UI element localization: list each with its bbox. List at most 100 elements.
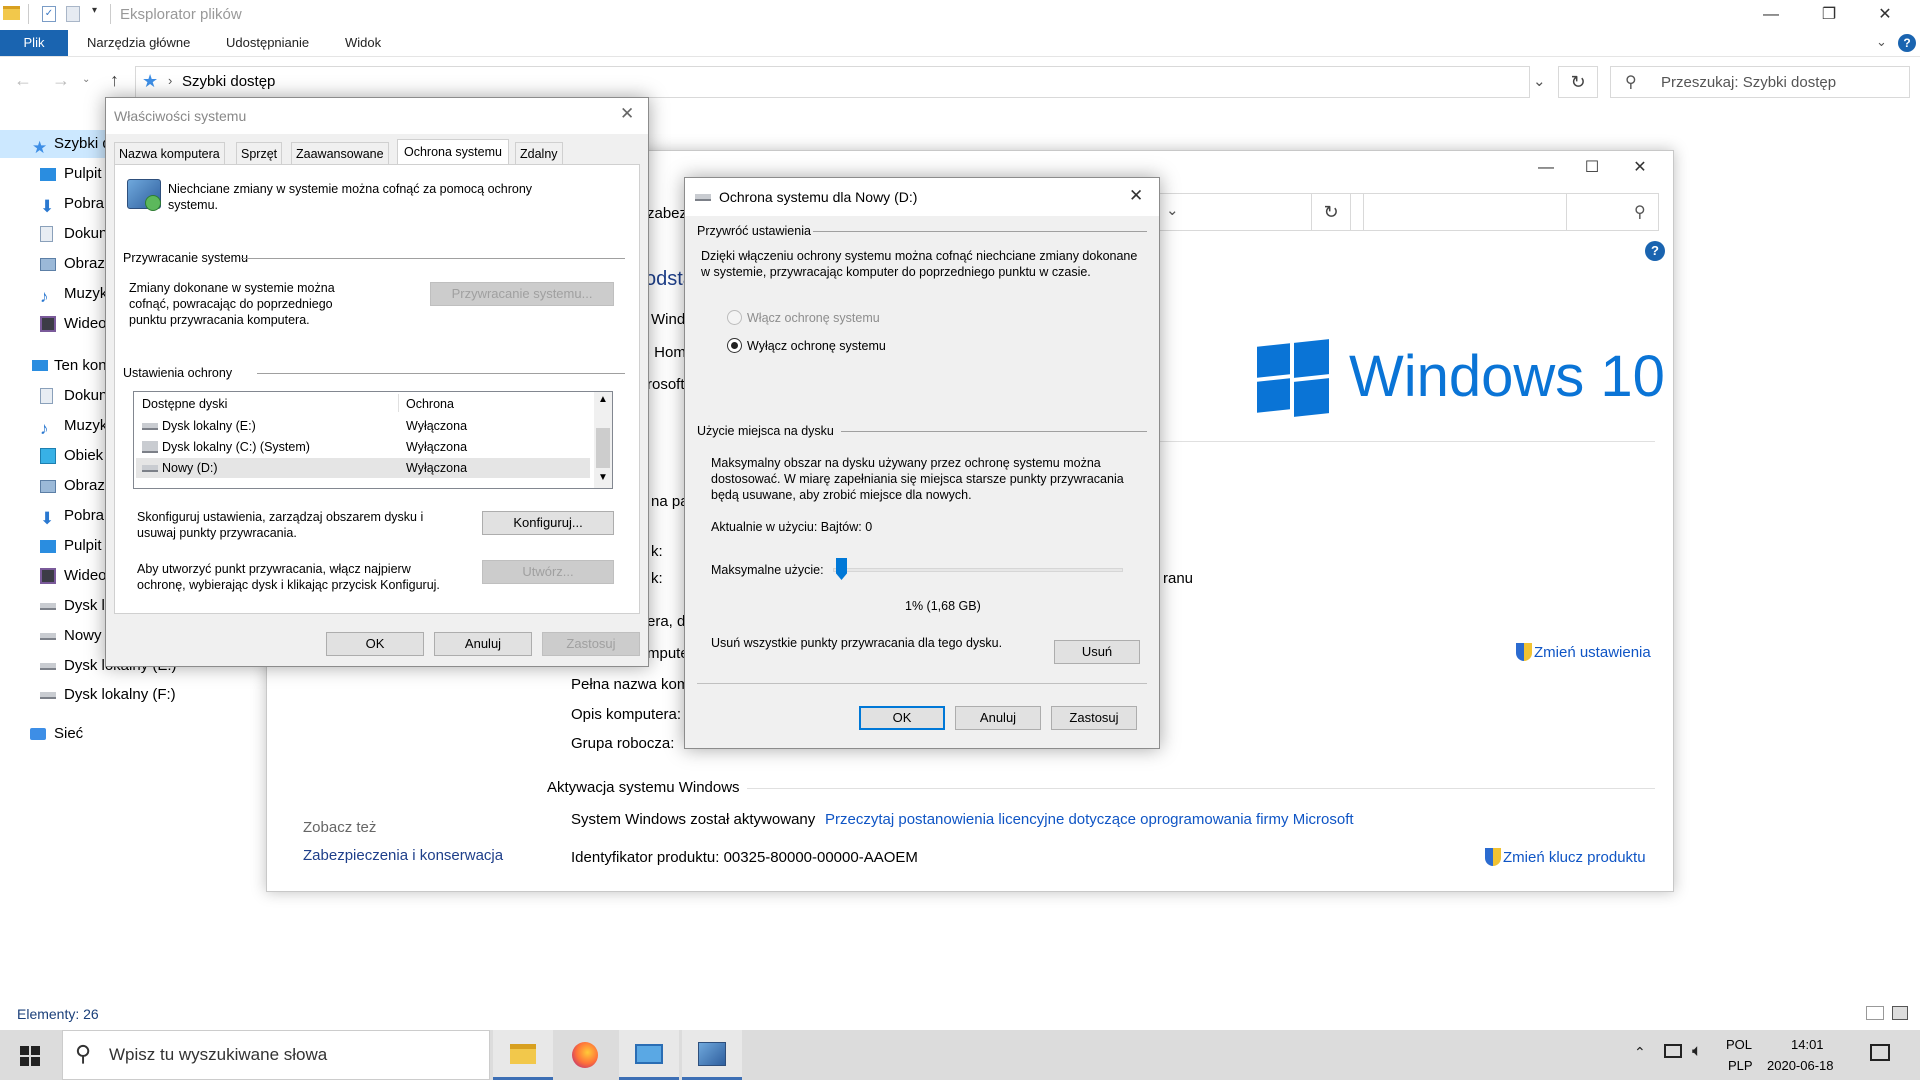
nav-item-music[interactable]: ♪ Muzyk	[0, 280, 110, 308]
properties-icon[interactable]: ✓	[42, 6, 56, 22]
clock-date[interactable]: 2020-06-18	[1767, 1058, 1834, 1073]
up-arrow-icon[interactable]: ↑	[110, 70, 119, 91]
address-input[interactable]: ★ › Szybki dostęp ⌄	[135, 66, 1546, 98]
forward-arrow-icon[interactable]: →	[52, 70, 70, 91]
cp-minimize-button[interactable]: —	[1523, 153, 1569, 183]
back-arrow-icon[interactable]: ←	[14, 70, 32, 91]
large-icons-view-icon[interactable]	[1892, 1006, 1908, 1020]
nav-item-documents[interactable]: Dokun	[0, 220, 110, 248]
ok-button[interactable]: OK	[859, 706, 945, 730]
details-view-icon[interactable]	[1866, 1006, 1884, 1020]
ribbon-tab-view[interactable]: Widok	[345, 30, 381, 56]
nav-item-pictures[interactable]: Obraz	[0, 250, 110, 278]
cancel-button[interactable]: Anuluj	[955, 706, 1041, 730]
nav-item-documents-pc[interactable]: Dokun	[0, 382, 110, 410]
nav-item-music-pc[interactable]: ♪ Muzyk	[0, 412, 110, 440]
nav-item-desktop-pc[interactable]: Pulpit	[0, 532, 110, 560]
nav-item-quick-access[interactable]: ★ Szybki d	[0, 130, 110, 158]
cancel-button[interactable]: Anuluj	[434, 632, 532, 656]
ok-button[interactable]: OK	[326, 632, 424, 656]
system-restore-button[interactable]: Przywracanie systemu...	[430, 282, 614, 306]
volume-icon[interactable]: 🔈︎	[1692, 1041, 1702, 1061]
ribbon-tab-file[interactable]: Plik	[0, 30, 68, 56]
tab-remote[interactable]: Zdalny	[515, 142, 563, 164]
nav-item-network[interactable]: Sieć	[0, 720, 200, 748]
search-input[interactable]: ⚲ Przeszukaj: Szybki dostęp	[1610, 66, 1910, 98]
cp-address-dropdown-icon[interactable]: ⌄	[1166, 201, 1179, 219]
cp-maximize-button[interactable]: ☐	[1569, 153, 1615, 183]
table-row[interactable]: Dysk lokalny (C:) (System) Wyłączona	[136, 437, 590, 457]
start-button[interactable]	[0, 1030, 60, 1080]
dialog-close-icon[interactable]: ✕	[620, 104, 634, 124]
drives-list[interactable]: Dostępne dyski Ochrona Dysk lokalny (E:)…	[133, 391, 613, 489]
security-maintenance-link[interactable]: Zabezpieczenia i konserwacja	[303, 847, 503, 864]
change-product-key-link[interactable]: Zmień klucz produktu	[1503, 849, 1646, 866]
column-header-drives[interactable]: Dostępne dyski	[142, 396, 227, 412]
table-row[interactable]: Dysk lokalny (E:) Wyłączona	[136, 416, 590, 436]
action-center-icon[interactable]	[1870, 1044, 1890, 1061]
input-language-top[interactable]: POL	[1726, 1037, 1752, 1052]
clock-time[interactable]: 14:01	[1791, 1037, 1824, 1052]
table-row-selected[interactable]: Nowy (D:) Wyłączona	[136, 458, 590, 478]
scroll-up-icon[interactable]: ▲	[598, 394, 608, 405]
nav-item-3d-objects[interactable]: Obiek	[0, 442, 110, 470]
radio-button-unchecked[interactable]	[727, 310, 742, 325]
show-hidden-icons-icon[interactable]: ⌃	[1634, 1044, 1646, 1061]
ribbon-tab-home[interactable]: Narzędzia główne	[87, 30, 190, 56]
new-folder-icon[interactable]	[66, 6, 80, 22]
ribbon-expand-icon[interactable]: ⌄	[1876, 34, 1887, 50]
configure-button[interactable]: Konfiguruj...	[482, 511, 614, 535]
radio-disable-protection[interactable]: Wyłącz ochronę systemu	[727, 336, 1027, 356]
nav-item-this-pc[interactable]: Ten kon	[0, 352, 110, 380]
taskbar-firefox[interactable]	[556, 1030, 616, 1080]
refresh-button[interactable]: ↻	[1558, 66, 1598, 98]
license-terms-link[interactable]: Przeczytaj postanowienia licencyjne doty…	[825, 811, 1354, 828]
create-button[interactable]: Utwórz...	[482, 560, 614, 584]
network-status-icon[interactable]	[1664, 1044, 1682, 1058]
column-header-protection[interactable]: Ochrona	[406, 396, 454, 412]
tab-system-protection[interactable]: Ochrona systemu	[397, 139, 509, 164]
nav-item-drive-f[interactable]: Dysk lokalny (F:)	[0, 681, 200, 709]
recent-locations-icon[interactable]: ⌄	[82, 74, 90, 85]
breadcrumb-quick-access[interactable]: Szybki dostęp	[182, 73, 275, 90]
radio-enable-protection[interactable]: Włącz ochronę systemu	[727, 308, 1027, 328]
tab-hardware[interactable]: Sprzęt	[236, 142, 283, 164]
nav-item-pictures-pc[interactable]: Obraz	[0, 472, 110, 500]
close-button[interactable]: ✕	[1862, 0, 1908, 30]
nav-item-downloads[interactable]: ⬇ Pobran	[0, 190, 110, 218]
dialog-close-icon[interactable]: ✕	[1129, 186, 1143, 206]
cp-refresh-button[interactable]: ↻	[1311, 193, 1351, 231]
max-usage-slider[interactable]	[833, 558, 1123, 582]
tab-computer-name[interactable]: Nazwa komputera	[114, 142, 225, 164]
taskbar-control-panel[interactable]	[619, 1030, 679, 1080]
slider-track[interactable]	[833, 568, 1123, 572]
nav-item-desktop[interactable]: Pulpit	[0, 160, 110, 188]
restore-button[interactable]: ❐	[1806, 0, 1852, 30]
input-language-bottom[interactable]: PLP	[1728, 1058, 1753, 1073]
cp-help-icon[interactable]: ?	[1645, 241, 1665, 261]
taskbar-search-box[interactable]: ⚲ Wpisz tu wyszukiwane słowa	[62, 1030, 490, 1080]
ribbon-tab-share[interactable]: Udostępnianie	[226, 30, 309, 56]
quick-access-dropdown-icon[interactable]: ▾	[92, 5, 97, 16]
nav-item-videos-pc[interactable]: Wideo	[0, 562, 110, 590]
slider-thumb[interactable]	[836, 558, 847, 580]
nav-item-downloads-pc[interactable]: ⬇ Pobran	[0, 502, 110, 530]
cp-search-input[interactable]: ⚲	[1363, 193, 1659, 231]
cp-close-button[interactable]: ✕	[1617, 153, 1663, 183]
apply-button[interactable]: Zastosuj	[542, 632, 640, 656]
radio-button-checked[interactable]	[727, 338, 742, 353]
nav-item-drive-c[interactable]: Dysk l	[0, 592, 110, 620]
tab-advanced[interactable]: Zaawansowane	[291, 142, 389, 164]
help-icon[interactable]: ?	[1898, 34, 1916, 52]
nav-item-videos[interactable]: Wideo	[0, 310, 110, 338]
breadcrumb-chevron-icon[interactable]: ›	[168, 73, 172, 88]
taskbar-system-properties[interactable]	[682, 1030, 742, 1080]
delete-button[interactable]: Usuń	[1054, 640, 1140, 664]
nav-item-drive-d[interactable]: Nowy	[0, 622, 110, 650]
apply-button[interactable]: Zastosuj	[1051, 706, 1137, 730]
vertical-scrollbar[interactable]: ▲ ▼	[594, 392, 612, 488]
taskbar-file-explorer[interactable]	[493, 1030, 553, 1080]
scroll-down-icon[interactable]: ▼	[598, 472, 608, 483]
minimize-button[interactable]: —	[1748, 0, 1794, 30]
scroll-thumb[interactable]	[596, 428, 610, 468]
